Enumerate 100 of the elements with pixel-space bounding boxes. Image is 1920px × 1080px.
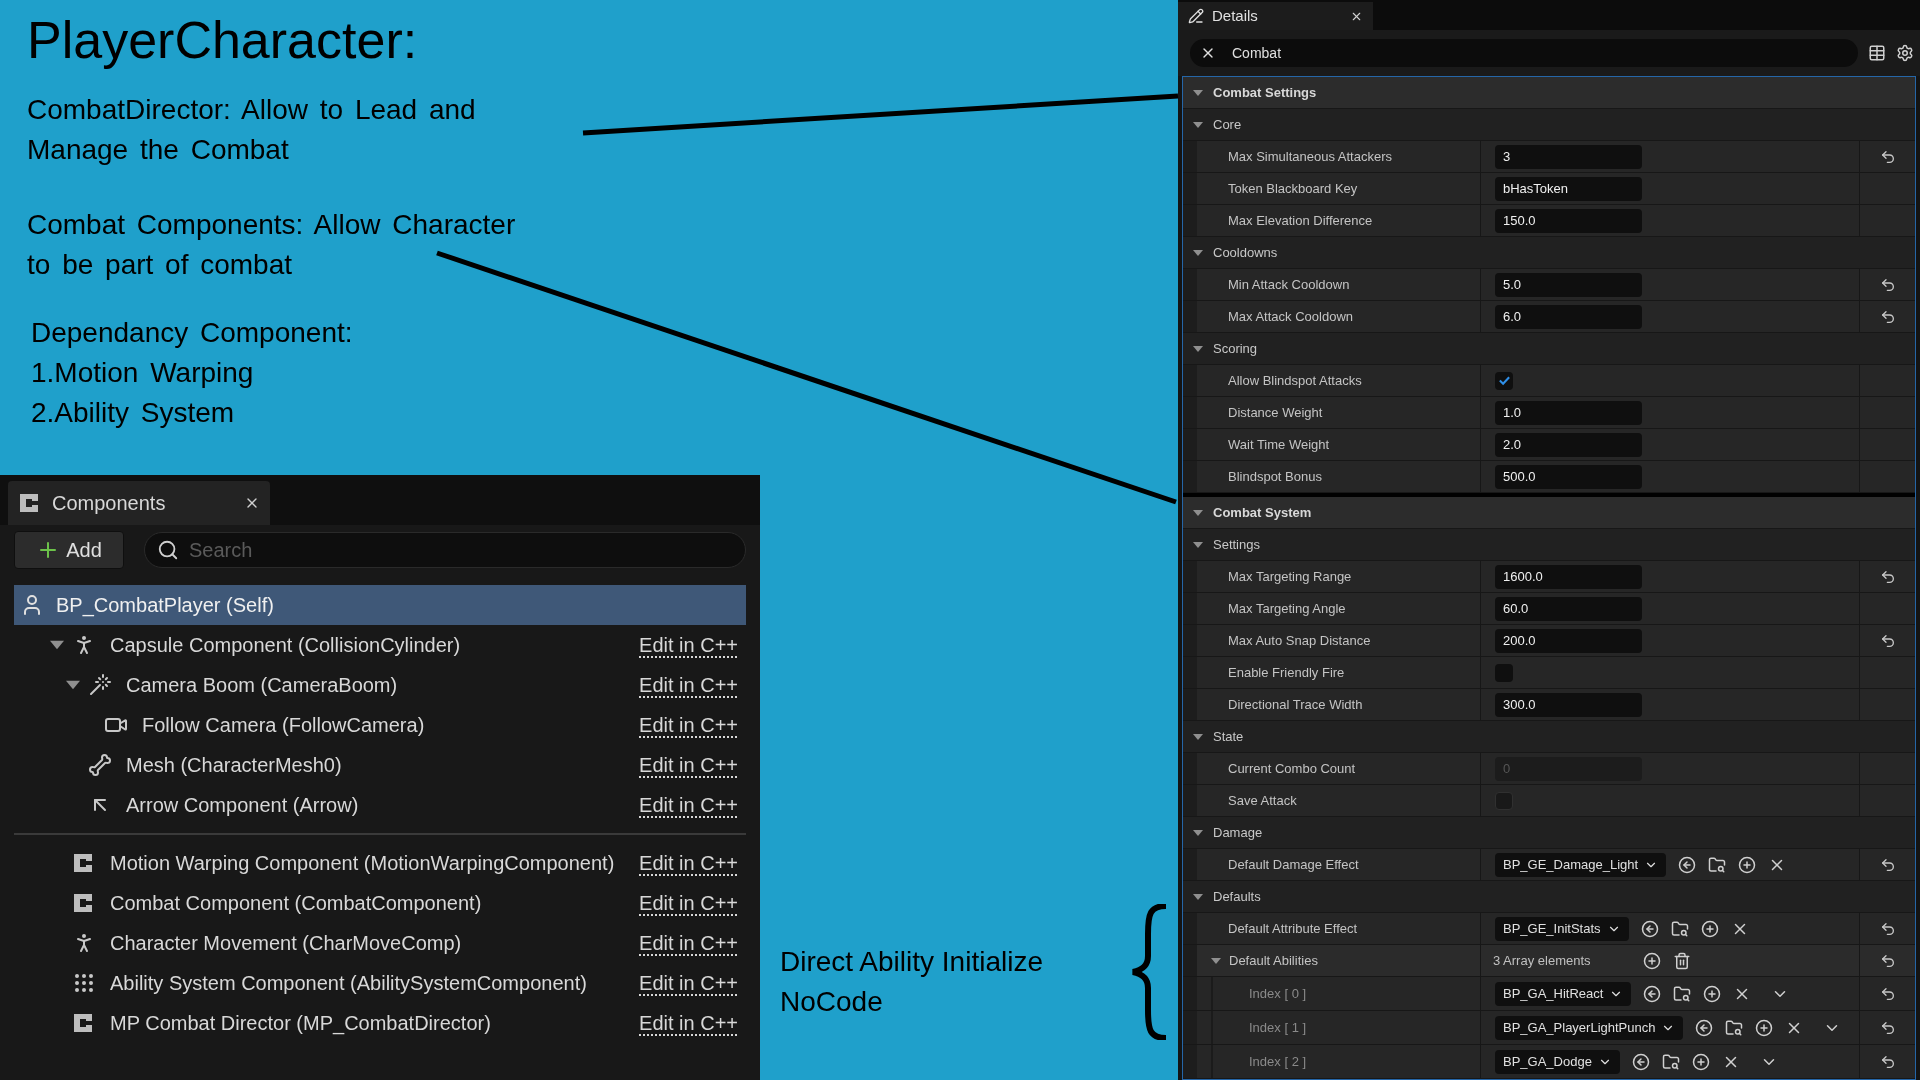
value-field[interactable]: 2.0 bbox=[1495, 432, 1642, 457]
tree-row[interactable]: Motion Warping Component (MotionWarpingComponent) Edit in C++ bbox=[14, 843, 746, 883]
property-label: Wait Time Weight bbox=[1228, 435, 1330, 454]
value-field[interactable]: 500.0 bbox=[1495, 464, 1642, 489]
arrow-circle-icon[interactable] bbox=[1695, 1018, 1714, 1037]
tree-row[interactable]: BP_CombatPlayer (Self) bbox=[14, 585, 746, 625]
plus-circle-icon[interactable] bbox=[1703, 984, 1722, 1003]
expand-triangle-icon[interactable] bbox=[1193, 119, 1203, 130]
value-field[interactable]: 300.0 bbox=[1495, 692, 1642, 717]
components-tab[interactable]: Components bbox=[8, 481, 270, 525]
group-header[interactable]: Defaults bbox=[1183, 881, 1915, 913]
pencil-icon bbox=[1188, 8, 1204, 24]
asset-dropdown[interactable]: BP_GA_PlayerLightPunch bbox=[1495, 1015, 1684, 1040]
expand-triangle-icon[interactable] bbox=[1193, 247, 1203, 258]
arrow-circle-icon[interactable] bbox=[1640, 919, 1659, 938]
folder-search-icon[interactable] bbox=[1661, 1052, 1680, 1071]
section-header[interactable]: Combat System bbox=[1183, 497, 1915, 529]
value-field[interactable]: 1600.0 bbox=[1495, 564, 1642, 589]
tree-row[interactable]: Camera Boom (CameraBoom) Edit in C++ bbox=[14, 665, 746, 705]
expand-triangle-icon[interactable] bbox=[1193, 731, 1203, 742]
expand-triangle-icon[interactable] bbox=[66, 678, 80, 692]
group-header[interactable]: Settings bbox=[1183, 529, 1915, 561]
edit-in-cpp-link[interactable]: Edit in C++ bbox=[639, 750, 738, 780]
plus-circle-icon[interactable] bbox=[1755, 1018, 1774, 1037]
tree-row[interactable]: Combat Component (CombatComponent) Edit in C++ bbox=[14, 883, 746, 923]
asset-dropdown[interactable]: BP_GE_InitStats bbox=[1495, 916, 1629, 941]
folder-search-icon[interactable] bbox=[1673, 984, 1692, 1003]
search-input[interactable]: Search bbox=[189, 535, 733, 565]
group-header[interactable]: Core bbox=[1183, 109, 1915, 141]
edit-in-cpp-link[interactable]: Edit in C++ bbox=[639, 848, 738, 878]
reset-arrow-icon[interactable] bbox=[1879, 856, 1896, 873]
expand-triangle-icon[interactable] bbox=[1193, 539, 1203, 550]
trash-icon[interactable] bbox=[1672, 951, 1691, 970]
value-field[interactable]: 6.0 bbox=[1495, 304, 1642, 329]
edit-in-cpp-link[interactable]: Edit in C++ bbox=[639, 968, 738, 998]
edit-in-cpp-link[interactable]: Edit in C++ bbox=[639, 790, 738, 820]
folder-search-icon[interactable] bbox=[1708, 855, 1727, 874]
tree-row[interactable]: Mesh (CharacterMesh0) Edit in C++ bbox=[14, 745, 746, 785]
expand-triangle-icon[interactable] bbox=[1193, 87, 1203, 98]
reset-arrow-icon[interactable] bbox=[1879, 276, 1896, 293]
edit-in-cpp-link[interactable]: Edit in C++ bbox=[639, 710, 738, 740]
group-header[interactable]: Scoring bbox=[1183, 333, 1915, 365]
expand-triangle-icon[interactable] bbox=[1193, 827, 1203, 838]
tree-item-label: Motion Warping Component (MotionWarpingComponent) bbox=[110, 851, 615, 876]
reset-arrow-icon[interactable] bbox=[1879, 148, 1896, 165]
value-field[interactable]: 1.0 bbox=[1495, 400, 1642, 425]
value-field[interactable]: 150.0 bbox=[1495, 208, 1642, 233]
group-header[interactable]: Damage bbox=[1183, 817, 1915, 849]
arrow-circle-icon[interactable] bbox=[1631, 1052, 1650, 1071]
edit-in-cpp-link[interactable]: Edit in C++ bbox=[639, 928, 738, 958]
expand-triangle-icon[interactable] bbox=[1193, 507, 1203, 518]
reset-arrow-icon[interactable] bbox=[1879, 568, 1896, 585]
details-tab[interactable]: Details bbox=[1178, 2, 1373, 30]
reset-arrow-icon[interactable] bbox=[1879, 1053, 1896, 1070]
plus-circle-icon[interactable] bbox=[1700, 919, 1719, 938]
checkbox[interactable] bbox=[1495, 371, 1513, 390]
edit-in-cpp-link[interactable]: Edit in C++ bbox=[639, 1008, 738, 1038]
search-field[interactable]: Search bbox=[144, 532, 746, 568]
tree-row[interactable]: Ability System Component (AbilitySystemComponent) Edit in C++ bbox=[14, 963, 746, 1003]
asset-dropdown[interactable]: BP_GA_Dodge bbox=[1495, 1049, 1620, 1074]
folder-search-icon[interactable] bbox=[1725, 1018, 1744, 1037]
reset-arrow-icon[interactable] bbox=[1879, 1019, 1896, 1036]
arrow-circle-icon[interactable] bbox=[1678, 855, 1697, 874]
value-field[interactable]: bHasToken bbox=[1495, 176, 1642, 201]
plus-circle-icon[interactable] bbox=[1691, 1052, 1710, 1071]
expand-triangle-icon[interactable] bbox=[50, 638, 64, 652]
add-button[interactable]: Add bbox=[14, 531, 124, 569]
reset-arrow-icon[interactable] bbox=[1879, 920, 1896, 937]
expand-triangle-icon[interactable] bbox=[1211, 955, 1221, 966]
expand-triangle-icon[interactable] bbox=[1193, 891, 1203, 902]
arrow-circle-icon[interactable] bbox=[1643, 984, 1662, 1003]
folder-search-icon[interactable] bbox=[1670, 919, 1689, 938]
reset-arrow-icon[interactable] bbox=[1879, 632, 1896, 649]
section-header[interactable]: Combat Settings bbox=[1183, 77, 1915, 109]
group-header[interactable]: State bbox=[1183, 721, 1915, 753]
value-field[interactable]: 3 bbox=[1495, 144, 1642, 169]
table-icon[interactable] bbox=[1868, 44, 1886, 62]
reset-arrow-icon[interactable] bbox=[1879, 308, 1896, 325]
value-field[interactable]: 5.0 bbox=[1495, 272, 1642, 297]
search-field[interactable]: Combat bbox=[1190, 39, 1858, 67]
tree-row[interactable]: Arrow Component (Arrow) Edit in C++ bbox=[14, 785, 746, 825]
edit-in-cpp-link[interactable]: Edit in C++ bbox=[639, 670, 738, 700]
settings-icon[interactable] bbox=[1896, 44, 1914, 62]
tree-row[interactable]: Character Movement (CharMoveComp) Edit in C++ bbox=[14, 923, 746, 963]
group-header[interactable]: Cooldowns bbox=[1183, 237, 1915, 269]
value-field[interactable]: 200.0 bbox=[1495, 628, 1642, 653]
plus-circle-icon[interactable] bbox=[1738, 855, 1757, 874]
asset-dropdown[interactable]: BP_GE_Damage_Light bbox=[1495, 852, 1667, 877]
tree-row[interactable]: Capsule Component (CollisionCylinder) Edit in C++ bbox=[14, 625, 746, 665]
asset-dropdown[interactable]: BP_GA_HitReact bbox=[1495, 981, 1632, 1006]
reset-arrow-icon[interactable] bbox=[1879, 985, 1896, 1002]
value-field[interactable]: 60.0 bbox=[1495, 596, 1642, 621]
tree-row[interactable]: Follow Camera (FollowCamera) Edit in C++ bbox=[14, 705, 746, 745]
plus-circle-icon[interactable] bbox=[1642, 951, 1661, 970]
reset-arrow-icon[interactable] bbox=[1879, 952, 1896, 969]
expand-triangle-icon[interactable] bbox=[1193, 343, 1203, 354]
tree-row[interactable]: MP Combat Director (MP_CombatDirector) Edit in C++ bbox=[14, 1003, 746, 1043]
edit-in-cpp-link[interactable]: Edit in C++ bbox=[639, 888, 738, 918]
property-label: Token Blackboard Key bbox=[1228, 179, 1358, 198]
edit-in-cpp-link[interactable]: Edit in C++ bbox=[639, 630, 738, 660]
